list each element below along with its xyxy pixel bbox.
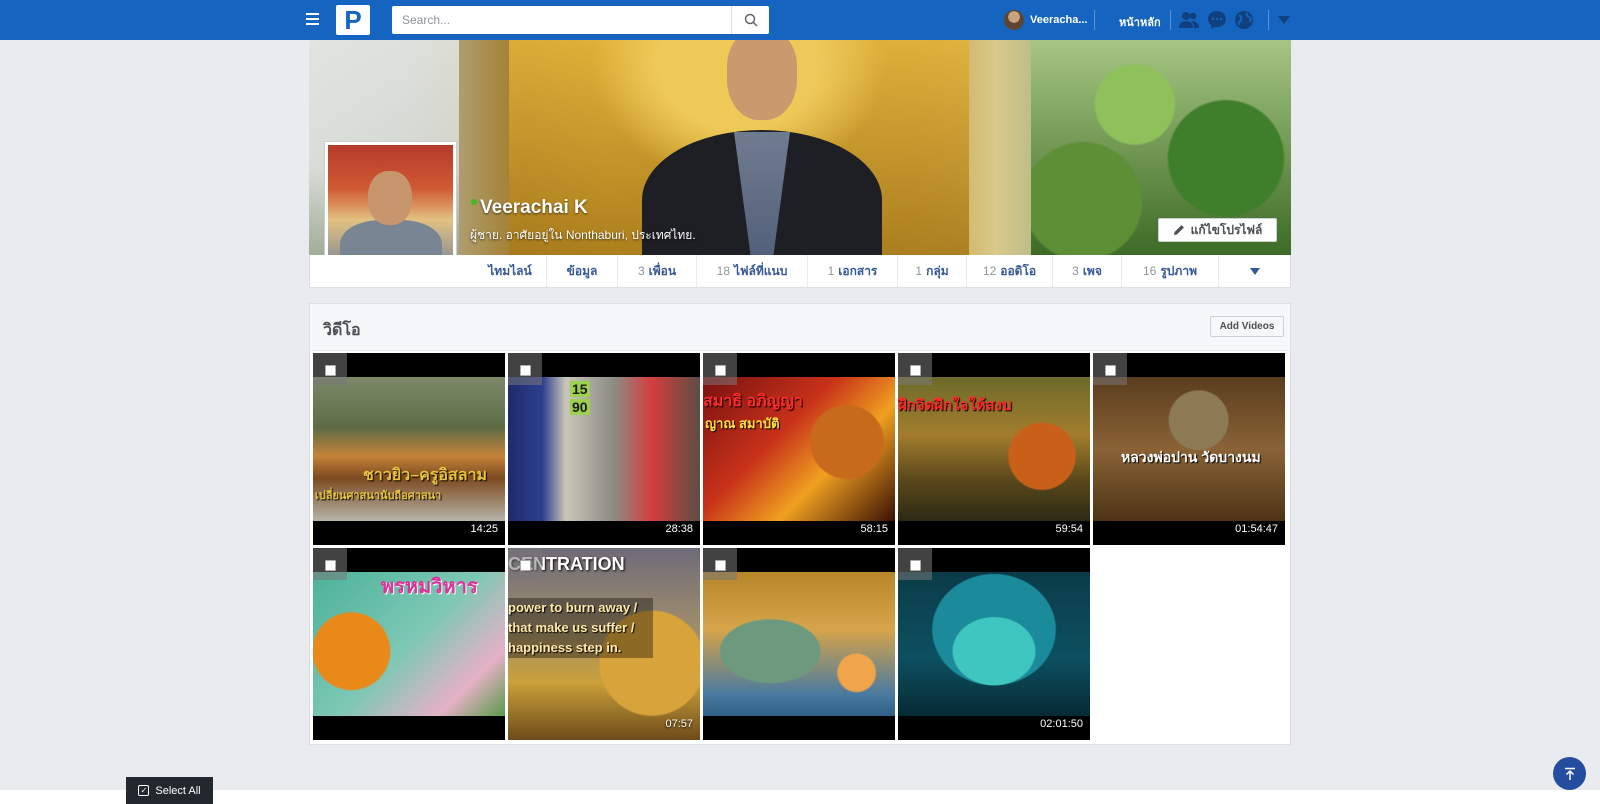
search-icon[interactable]	[731, 6, 769, 34]
video-checkbox[interactable]	[520, 560, 531, 571]
scroll-to-top-button[interactable]	[1553, 757, 1586, 790]
search-box	[392, 6, 769, 34]
online-status-dot	[471, 199, 477, 205]
edit-profile-label: แก้ไขโปรไฟล์	[1190, 222, 1263, 237]
video-tile[interactable]: ฝึกจิตฝึกใจให้สงบ 59:54	[898, 353, 1090, 545]
video-thumbnail	[508, 377, 700, 521]
tab-pages[interactable]: 3 เพจ	[1052, 255, 1121, 287]
video-tile[interactable]: สมาธิ อภิญญา ญาณ สมาบัติ 58:15	[703, 353, 895, 545]
tab-about[interactable]: ข้อมูล	[546, 255, 617, 287]
friends-icon[interactable]	[1178, 9, 1200, 31]
user-name: Veeracha...	[1030, 14, 1088, 26]
user-profile-link[interactable]: Veeracha...	[1004, 9, 1088, 31]
tab-photos[interactable]: 16 รูปภาพ	[1121, 255, 1218, 287]
divider	[1170, 10, 1171, 30]
video-tile[interactable]: หลวงพ่อปาน วัดบางนม 01:54:47	[1093, 353, 1285, 545]
video-thumbnail	[898, 572, 1090, 716]
tab-groups[interactable]: 1 กลุ่ม	[897, 255, 966, 287]
video-checkbox[interactable]	[325, 560, 336, 571]
arrow-up-icon	[1564, 767, 1575, 780]
video-tile[interactable]	[703, 548, 895, 740]
video-duration: 07:57	[665, 718, 693, 730]
video-duration: 02:01:50	[1040, 718, 1083, 730]
tab-audio[interactable]: 12 ออดิโอ	[966, 255, 1052, 287]
tab-documents[interactable]: 1 เอกสาร	[807, 255, 897, 287]
checkbox-icon: ✓	[138, 785, 150, 796]
profile-nav-tabs: ไทมไลน์ ข้อมูล 3 เพื่อน 18 ไฟล์ที่แนบ 1 เอก…	[309, 255, 1291, 288]
video-checkbox[interactable]	[325, 365, 336, 376]
video-checkbox[interactable]	[520, 365, 531, 376]
video-duration: 28:38	[665, 523, 693, 535]
video-tile[interactable]: 02:01:50	[898, 548, 1090, 740]
tab-timeline[interactable]: ไทมไลน์	[474, 255, 546, 287]
video-checkbox[interactable]	[715, 560, 726, 571]
profile-subtitle: ผู้ชาย. อาศัยอยู่ใน Nonthaburi, ประเทศไท…	[470, 228, 696, 242]
tab-friends[interactable]: 3 เพื่อน	[617, 255, 696, 287]
video-tile[interactable]: CENTRATION power to burn away / that mak…	[508, 548, 700, 740]
edit-profile-button[interactable]: แก้ไขโปรไฟล์	[1158, 218, 1277, 242]
select-all-label: Select All	[155, 784, 201, 797]
videos-header: วิดีโอ Add Videos	[310, 304, 1290, 351]
video-checkbox[interactable]	[910, 560, 921, 571]
caret-down-icon[interactable]	[1273, 9, 1295, 31]
video-tile[interactable]: ชาวยิว–ครูอิสลาม เปลี่ยนศาสนานับถือศาสนา…	[313, 353, 505, 545]
top-navbar: P Veeracha... หน้าหลัก	[0, 0, 1600, 40]
video-checkbox[interactable]	[715, 365, 726, 376]
divider	[1094, 10, 1095, 30]
add-videos-button[interactable]: Add Videos	[1210, 316, 1284, 337]
video-tile[interactable]: พรหมวิหาร	[313, 548, 505, 740]
divider	[1268, 10, 1269, 30]
video-duration: 59:54	[1055, 523, 1083, 535]
videos-section: วิดีโอ Add Videos ชาวยิว–ครูอิสลาม เปลี่…	[309, 303, 1291, 745]
messages-icon[interactable]	[1206, 9, 1228, 31]
profile-name: Veerachai K	[480, 197, 588, 218]
tab-attachments[interactable]: 18 ไฟล์ที่แนบ	[696, 255, 807, 287]
select-all-button[interactable]: ✓ Select All	[126, 777, 213, 804]
search-input[interactable]	[392, 6, 731, 34]
videos-title: วิดีโอ	[323, 322, 361, 339]
site-logo[interactable]: P	[336, 5, 370, 35]
video-checkbox[interactable]	[1105, 365, 1116, 376]
video-duration: 58:15	[860, 523, 888, 535]
hamburger-menu-icon[interactable]	[306, 10, 326, 30]
video-thumbnail	[703, 572, 895, 716]
video-tile[interactable]: 15 90 28:38	[508, 353, 700, 545]
user-avatar	[1004, 10, 1024, 30]
home-link[interactable]: หน้าหลัก	[1119, 13, 1161, 31]
footer	[0, 790, 1600, 804]
video-duration: 14:25	[470, 523, 498, 535]
globe-icon[interactable]	[1233, 9, 1255, 31]
more-tabs-caret-icon[interactable]	[1218, 255, 1290, 287]
pencil-icon	[1173, 225, 1184, 235]
video-duration: 01:54:47	[1235, 523, 1278, 535]
video-checkbox[interactable]	[910, 365, 921, 376]
